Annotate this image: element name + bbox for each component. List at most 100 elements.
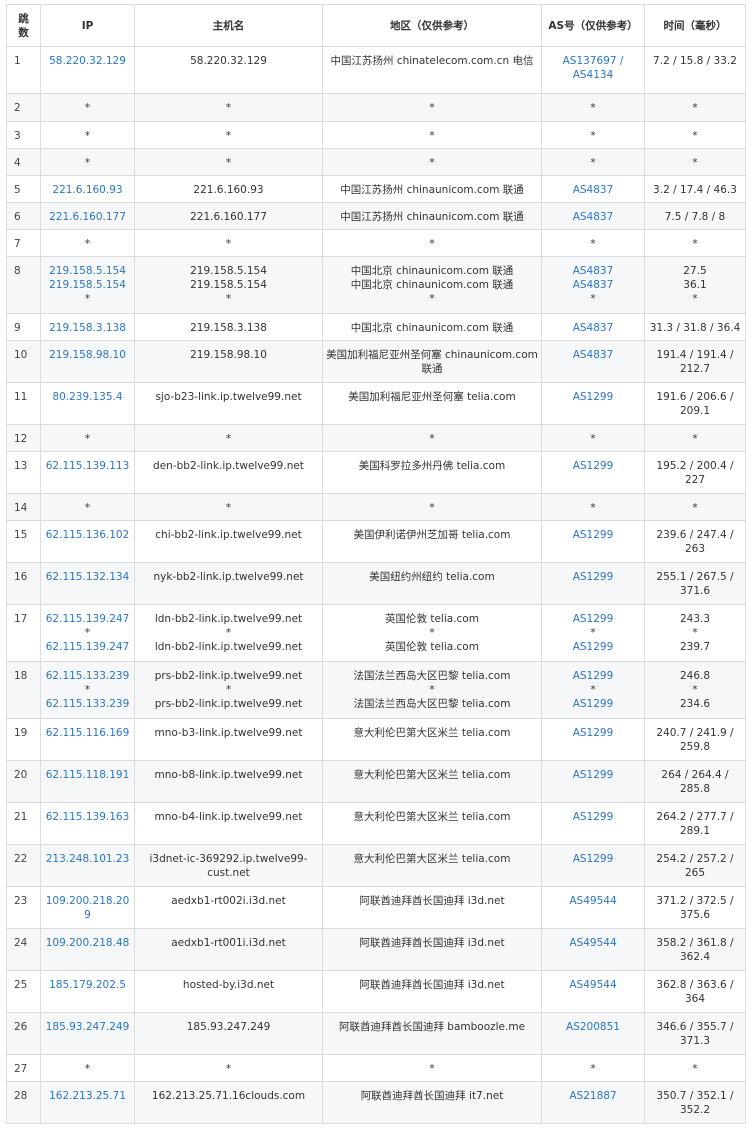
ip-address-link[interactable]: 62.115.116.169 xyxy=(44,726,131,740)
asn-link[interactable]: AS1299 xyxy=(545,459,641,473)
latency-text: 239.7 xyxy=(679,641,711,653)
asn-link[interactable]: AS1299 xyxy=(545,528,641,542)
ip-address-link[interactable]: 109.200.218.209 xyxy=(44,894,131,922)
ip-address-link[interactable]: 62.115.133.239 xyxy=(44,669,131,683)
asn-link[interactable]: AS1299 xyxy=(545,612,641,626)
timeout-marker: * xyxy=(692,102,698,114)
table-row: 8 219.158.5.154 219.158.5.154 * 219.158.5.15… xyxy=(6,256,746,314)
ip-address-link[interactable]: 221.6.160.93 xyxy=(44,183,131,197)
ip-address-link[interactable]: 219.158.5.154 xyxy=(44,264,131,278)
asn-link[interactable]: AS4134 xyxy=(545,68,641,82)
ip-address-link[interactable]: 62.115.139.163 xyxy=(44,810,131,824)
table-row: 15 62.115.136.102 chi-bb2-link.ip.twelve99… xyxy=(6,520,746,563)
ip-address-link[interactable]: 162.213.25.71 xyxy=(44,1089,131,1103)
asn-link[interactable]: AS4837 xyxy=(545,348,641,362)
latency-text: 239.6 / 247.4 / xyxy=(656,529,734,541)
region-cell: 中国江苏扬州 chinaunicom.com 联通 xyxy=(322,202,542,230)
hostname-cell: 162.213.25.71.16clouds.com xyxy=(134,1081,323,1124)
asn-link[interactable]: AS4837 xyxy=(545,183,641,197)
ip-address-link[interactable]: 219.158.5.154 xyxy=(44,278,131,292)
hostname-cell: * xyxy=(134,1054,323,1082)
ip-address-link[interactable]: 80.239.135.4 xyxy=(44,390,131,404)
asn-cell: AS1299 xyxy=(541,844,645,887)
table-row: 26 185.93.247.249 185.93.247.249 阿联酋迪拜酋长国迪拜… xyxy=(6,1012,746,1055)
ip-address-link[interactable]: 109.200.218.48 xyxy=(44,936,131,950)
asn-link[interactable]: AS1299 xyxy=(545,390,641,404)
timeout-marker: * xyxy=(225,684,232,696)
asn-link[interactable]: AS1299 xyxy=(545,570,641,584)
timeout-marker: * xyxy=(692,433,698,445)
asn-link[interactable]: AS1299 xyxy=(545,768,641,782)
timeout-marker: * xyxy=(590,102,596,114)
asn-link[interactable]: AS4837 xyxy=(545,264,641,278)
table-row: 3 * * * * * xyxy=(6,121,746,149)
ip-address-link[interactable]: 185.179.202.5 xyxy=(44,978,131,992)
ip-address-link[interactable]: 62.115.139.113 xyxy=(44,459,131,473)
timeout-marker: * xyxy=(84,157,91,169)
ip-address-cell: * xyxy=(40,424,135,452)
asn-link[interactable]: AS49544 xyxy=(545,978,641,992)
hostname-cell: sjo-b23-link.ip.twelve99.net xyxy=(134,382,323,425)
region-cell: 意大利伦巴第大区米兰 telia.com xyxy=(322,802,542,845)
asn-cell: AS49544 xyxy=(541,970,645,1013)
table-row: 18 62.115.133.239 * 62.115.133.239 prs-bb2-l… xyxy=(6,661,746,719)
asn-link[interactable]: AS21887 xyxy=(545,1089,641,1103)
region-text: 联通 xyxy=(421,363,443,375)
asn-cell: AS4837 xyxy=(541,202,645,230)
ip-address-link[interactable]: 62.115.136.102 xyxy=(44,528,131,542)
asn-link[interactable]: AS4837 xyxy=(545,210,641,224)
latency-cell: 264.2 / 277.7 / 289.1 xyxy=(644,802,746,845)
hostname-cell: * xyxy=(134,424,323,452)
ip-address-link[interactable]: 62.115.132.134 xyxy=(44,570,131,584)
ip-address-link[interactable]: 62.115.139.247 xyxy=(44,612,131,626)
hostname-cell: prs-bb2-link.ip.twelve99.net * prs-bb2-lin… xyxy=(134,661,323,719)
ip-address-cell: 80.239.135.4 xyxy=(40,382,135,425)
ip-address-link[interactable]: 58.220.32.129 xyxy=(44,54,131,68)
asn-link[interactable]: AS1299 xyxy=(545,640,641,654)
hop-number: 25 xyxy=(6,970,41,1013)
asn-link[interactable]: AS49544 xyxy=(545,894,641,908)
ip-address-link[interactable]: 62.115.139.247 xyxy=(44,640,131,654)
hop-number: 6 xyxy=(6,202,41,230)
ip-address-link[interactable]: 221.6.160.177 xyxy=(44,210,131,224)
hostname-text: 219.158.3.138 xyxy=(190,322,267,334)
hop-number: 11 xyxy=(6,382,41,425)
asn-cell: AS1299 xyxy=(541,718,645,761)
timeout-marker: * xyxy=(590,238,596,250)
ip-address-link[interactable]: 62.115.118.191 xyxy=(44,768,131,782)
latency-cell: 350.7 / 352.1 / 352.2 xyxy=(644,1081,746,1124)
timeout-marker: * xyxy=(590,502,596,514)
ip-address-link[interactable]: 219.158.3.138 xyxy=(44,321,131,335)
ip-address-link[interactable]: 213.248.101.23 xyxy=(44,852,131,866)
region-cell: 中国江苏扬州 chinaunicom.com 联通 xyxy=(322,175,542,203)
hostname-text: cust.net xyxy=(207,867,250,879)
latency-cell: * xyxy=(644,121,746,149)
latency-text: 375.6 xyxy=(679,909,711,921)
asn-link[interactable]: AS4837 xyxy=(545,278,641,292)
asn-link[interactable]: AS200851 xyxy=(545,1020,641,1034)
timeout-marker: * xyxy=(590,293,596,305)
ip-address-link[interactable]: 185.93.247.249 xyxy=(44,1020,131,1034)
timeout-marker: * xyxy=(84,238,91,250)
latency-cell: 191.4 / 191.4 / 212.7 xyxy=(644,340,746,383)
ip-address-link[interactable]: 219.158.98.10 xyxy=(44,348,131,362)
traceroute-table: 跳 数 IP 主机名 地区（仅供参考） AS号（仅供参考） 时间（毫秒） 1 58… xyxy=(6,4,746,1124)
asn-link[interactable]: AS1299 xyxy=(545,669,641,683)
timeout-marker: * xyxy=(84,293,91,305)
asn-link[interactable]: AS49544 xyxy=(545,936,641,950)
latency-text: 27.5 xyxy=(683,265,707,277)
hop-number: 10 xyxy=(6,340,41,383)
asn-cell: AS137697 /AS4134 xyxy=(541,46,645,94)
asn-link[interactable]: AS1299 xyxy=(545,852,641,866)
hostname-cell: 219.158.3.138 xyxy=(134,313,323,341)
asn-cell: AS200851 xyxy=(541,1012,645,1055)
asn-link[interactable]: AS1299 xyxy=(545,810,641,824)
asn-link[interactable]: AS137697 / xyxy=(545,54,641,68)
hop-number: 15 xyxy=(6,520,41,563)
asn-link[interactable]: AS4837 xyxy=(545,321,641,335)
asn-link[interactable]: AS1299 xyxy=(545,726,641,740)
asn-link[interactable]: AS1299 xyxy=(545,697,641,711)
hostname-text: ldn-bb2-link.ip.twelve99.net xyxy=(154,613,303,625)
ip-address-link[interactable]: 62.115.133.239 xyxy=(44,697,131,711)
hop-number: 24 xyxy=(6,928,41,971)
